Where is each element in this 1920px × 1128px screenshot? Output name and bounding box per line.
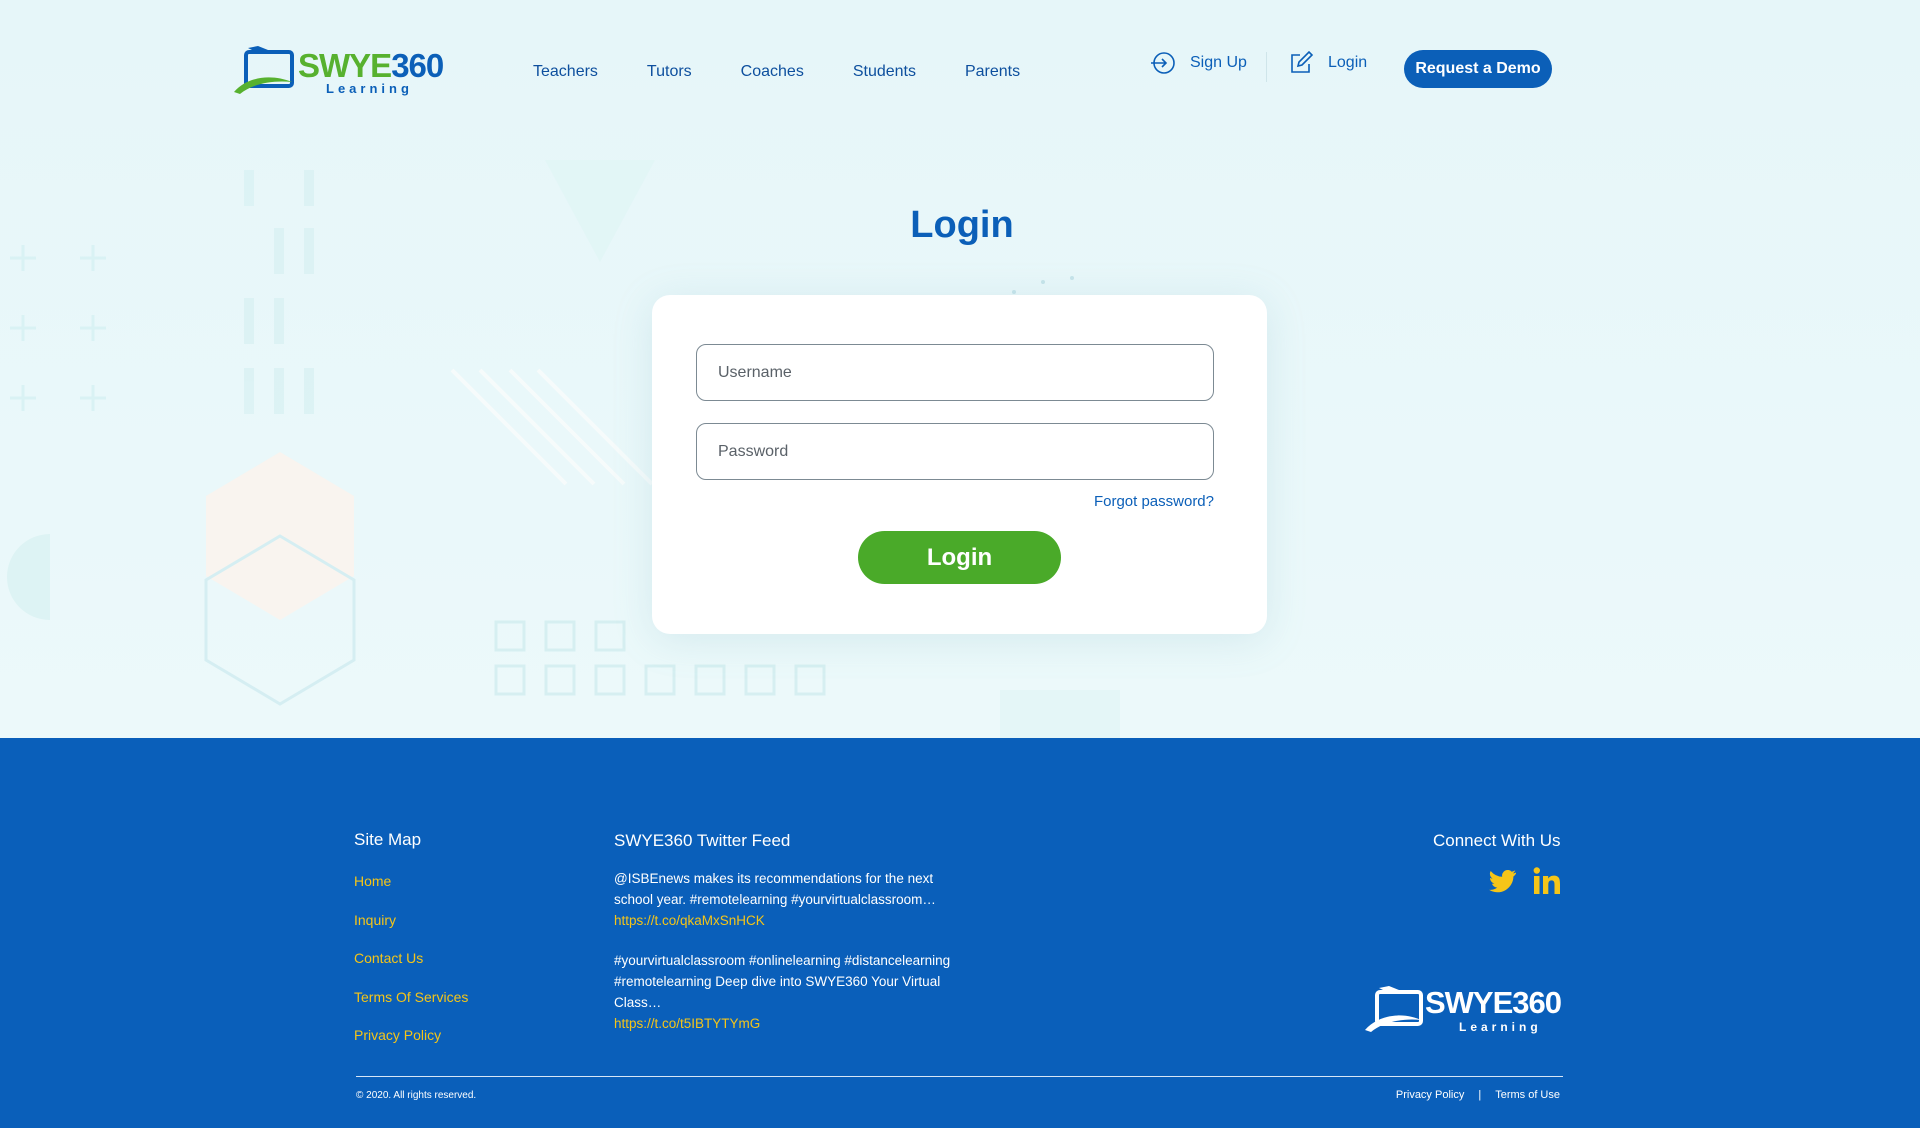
legal-terms-link[interactable]: Terms of Use <box>1495 1089 1560 1101</box>
footer-link-contact[interactable]: Contact Us <box>354 950 468 989</box>
tweet-item: @ISBEnews makes its recommendations for … <box>614 868 954 931</box>
header-divider <box>1266 52 1267 82</box>
tweet-text: @ISBEnews makes its recommendations for … <box>614 871 936 907</box>
sign-in-arrow-icon <box>1151 52 1175 74</box>
request-demo-button[interactable]: Request a Demo <box>1404 50 1552 88</box>
tweet-link[interactable]: https://t.co/t5IBTYTYmG <box>614 1013 954 1034</box>
edit-icon <box>1291 50 1314 73</box>
site-logo[interactable]: SWYE360 Learning <box>232 46 444 96</box>
logo-monitor-icon <box>234 46 294 94</box>
tweet-item: #yourvirtualclassroom #onlinelearning #d… <box>614 950 954 1034</box>
nav-students[interactable]: Students <box>853 62 916 82</box>
site-header: SWYE360 Learning Teachers Tutors Coaches… <box>0 0 1920 140</box>
copyright-text: © 2020. All rights reserved. <box>356 1090 477 1101</box>
footer-link-home[interactable]: Home <box>354 873 468 912</box>
sitemap-list: Home Inquiry Contact Us Terms Of Service… <box>354 873 468 1066</box>
nav-parents[interactable]: Parents <box>965 62 1020 82</box>
tweet-text: #yourvirtualclassroom #onlinelearning #d… <box>614 953 951 1010</box>
site-footer: Site Map Home Inquiry Contact Us Terms O… <box>0 738 1920 1128</box>
footer-divider <box>356 1076 1563 1077</box>
login-link-label: Login <box>1328 54 1368 71</box>
logo-wordmark: SWYE360 <box>298 47 444 84</box>
legal-separator: | <box>1478 1089 1482 1101</box>
tweet-link[interactable]: https://t.co/qkaMxSnHCK <box>614 910 954 931</box>
signup-label: Sign Up <box>1190 54 1247 71</box>
signup-link[interactable]: Sign Up <box>1150 50 1247 76</box>
footer-link-privacy-policy[interactable]: Privacy Policy <box>354 1027 468 1066</box>
nav-tutors[interactable]: Tutors <box>647 62 692 82</box>
main-nav: Teachers Tutors Coaches Students Parents <box>533 62 1069 82</box>
connect-heading: Connect With Us <box>1433 831 1561 850</box>
nav-coaches[interactable]: Coaches <box>741 62 804 82</box>
password-input[interactable] <box>696 423 1214 480</box>
footer-logo-subtitle: Learning <box>1459 1020 1542 1034</box>
login-submit-button[interactable]: Login <box>858 531 1061 584</box>
linkedin-icon[interactable] <box>1531 865 1563 897</box>
footer-logo-monitor-icon <box>1365 986 1423 1032</box>
username-input[interactable] <box>696 344 1214 401</box>
page-title: Login <box>910 204 1014 246</box>
twitter-icon[interactable] <box>1486 865 1518 897</box>
footer-logo-wordmark: SWYE360 <box>1425 985 1562 1020</box>
footer-link-terms-of-services[interactable]: Terms Of Services <box>354 989 468 1028</box>
footer-link-inquiry[interactable]: Inquiry <box>354 912 468 951</box>
login-card: Forgot password? Login <box>652 295 1267 634</box>
nav-teachers[interactable]: Teachers <box>533 62 598 82</box>
login-link[interactable]: Login <box>1288 50 1367 76</box>
hero-section: SWYE360 Learning Teachers Tutors Coaches… <box>0 0 1920 738</box>
sitemap-heading: Site Map <box>354 830 422 849</box>
logo-subtitle: Learning <box>326 81 413 96</box>
legal-privacy-link[interactable]: Privacy Policy <box>1396 1089 1464 1101</box>
forgot-password-link[interactable]: Forgot password? <box>1094 493 1214 510</box>
twitter-feed-heading: SWYE360 Twitter Feed <box>614 831 791 850</box>
legal-links: Privacy Policy | Terms of Use <box>1396 1089 1560 1101</box>
footer-logo: SWYE360 Learning <box>1363 986 1563 1034</box>
